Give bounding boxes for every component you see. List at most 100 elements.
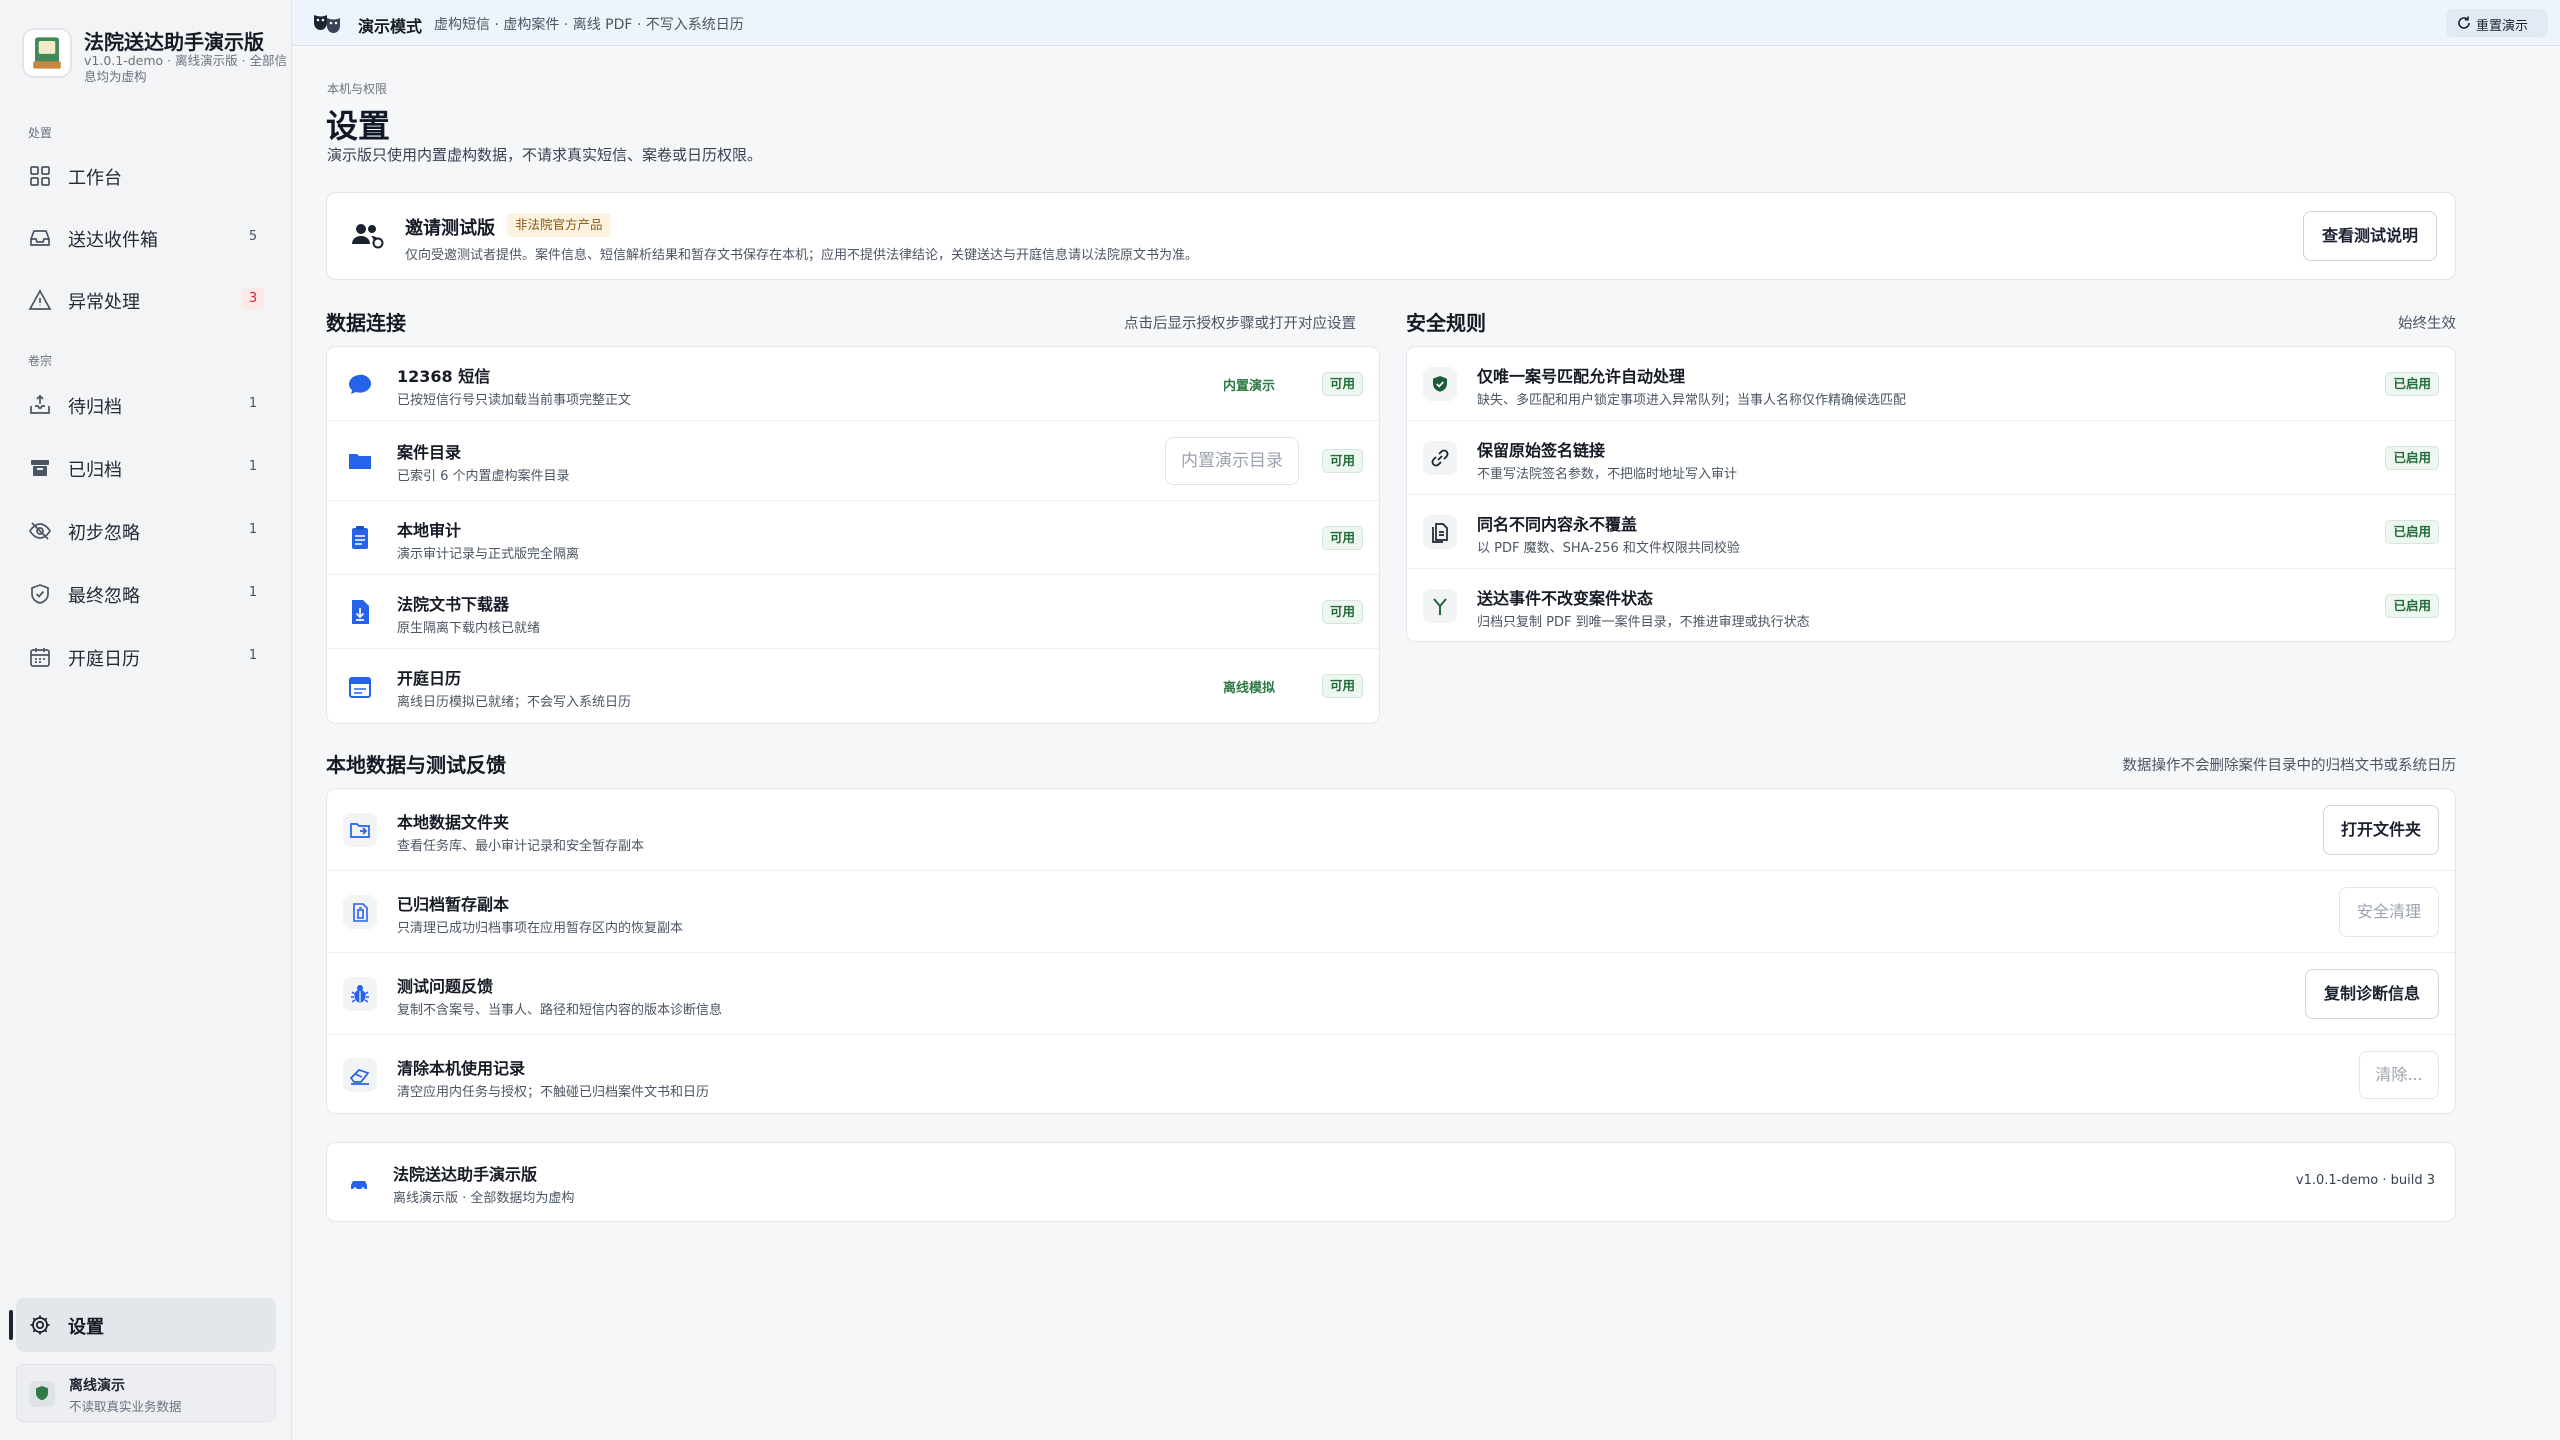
count-badge: 1 bbox=[248, 459, 258, 474]
reset-demo-button[interactable]: 重置演示 bbox=[2446, 9, 2548, 37]
warning-icon bbox=[28, 288, 52, 312]
section-label-process: 处置 bbox=[28, 126, 53, 140]
grid-icon bbox=[28, 164, 52, 188]
main-content: 本机与权限 设置 演示版只使用内置虚构数据，不请求真实短信、案卷或日历权限。 邀… bbox=[292, 46, 2560, 1440]
sidebar-item-label: 设置 bbox=[68, 1317, 104, 1338]
local-row-archived-copies: 已归档暂存副本 只清理已成功归档事项在应用暂存区内的恢复副本 安全清理 bbox=[327, 871, 2455, 953]
open-folder-button[interactable]: 打开文件夹 bbox=[2323, 805, 2439, 855]
refresh-icon bbox=[2456, 15, 2472, 31]
row-subtitle: 已按短信行号只读加载当前事项完整正文 bbox=[397, 393, 632, 408]
footer-title: 法院送达助手演示版 bbox=[393, 1165, 538, 1184]
shield-icon bbox=[29, 1381, 55, 1407]
row-title: 本地数据文件夹 bbox=[397, 813, 510, 832]
row-subtitle: 不重写法院签名参数，不把临时地址写入审计 bbox=[1477, 467, 1738, 482]
connection-row-hearing-calendar[interactable]: 开庭日历 离线日历模拟已就绪；不会写入系统日历 离线模拟 可用 bbox=[327, 649, 1379, 723]
count-badge: 3 bbox=[242, 288, 264, 310]
brand-header: 法院送达助手演示版 v1.0.1-demo · 离线演示版 · 全部信息均为虚构 bbox=[22, 22, 287, 92]
mode-description: 虚构短信 · 虚构案件 · 离线 PDF · 不写入系统日历 bbox=[434, 17, 744, 33]
row-subtitle: 以 PDF 魔数、SHA-256 和文件权限共同校验 bbox=[1477, 541, 1740, 556]
offline-subtitle: 不读取真实业务数据 bbox=[69, 1399, 182, 1414]
status-badge: 可用 bbox=[1321, 674, 1363, 698]
row-title: 测试问题反馈 bbox=[397, 977, 494, 996]
inbox-icon bbox=[28, 226, 52, 250]
breadcrumb: 本机与权限 bbox=[327, 82, 388, 96]
row-subtitle: 只清理已成功归档事项在应用暂存区内的恢复副本 bbox=[397, 921, 684, 936]
count-badge: 1 bbox=[248, 585, 258, 600]
local-data-title: 本地数据与测试反馈 bbox=[326, 753, 506, 777]
row-title: 仅唯一案号匹配允许自动处理 bbox=[1477, 367, 1686, 386]
gear-icon bbox=[28, 1313, 52, 1337]
safe-cleanup-button[interactable]: 安全清理 bbox=[2339, 887, 2439, 937]
folder-open-icon bbox=[343, 813, 377, 847]
copy-files-icon bbox=[1423, 515, 1457, 549]
calendar-icon bbox=[343, 670, 377, 704]
row-title: 开庭日历 bbox=[397, 669, 462, 688]
row-subtitle: 演示审计记录与正式版完全隔离 bbox=[397, 547, 580, 562]
invite-title: 邀请测试版 bbox=[405, 218, 495, 239]
page-title: 设置 bbox=[326, 107, 391, 145]
sidebar-item-final-ignore[interactable]: 最终忽略 1 bbox=[16, 568, 276, 620]
archive-box-icon bbox=[28, 456, 52, 480]
count-badge: 1 bbox=[248, 396, 258, 411]
row-title: 案件目录 bbox=[397, 443, 462, 462]
view-test-notes-button[interactable]: 查看测试说明 bbox=[2303, 211, 2437, 261]
status-badge: 已启用 bbox=[2385, 372, 2439, 396]
safety-rules-note: 始终生效 bbox=[2398, 316, 2456, 332]
link-icon bbox=[1423, 441, 1457, 475]
reset-demo-label: 重置演示 bbox=[2476, 19, 2529, 34]
status-badge: 可用 bbox=[1321, 526, 1363, 550]
sidebar-item-inbox[interactable]: 送达收件箱 5 bbox=[16, 212, 276, 264]
page-description: 演示版只使用内置虚构数据，不请求真实短信、案卷或日历权限。 bbox=[327, 146, 763, 164]
app-logo bbox=[22, 28, 72, 78]
row-subtitle: 归档只复制 PDF 到唯一案件目录，不推进审理或执行状态 bbox=[1477, 615, 1810, 630]
row-subtitle: 已索引 6 个内置虚构案件目录 bbox=[397, 469, 570, 484]
sidebar-item-label: 异常处理 bbox=[68, 292, 140, 313]
invite-test-card: 邀请测试版 非法院官方产品 仅向受邀测试者提供。案件信息、短信解析结果和暂存文书… bbox=[326, 192, 2456, 280]
data-connection-note: 点击后显示授权步骤或打开对应设置 bbox=[1124, 316, 1356, 332]
count-badge: 5 bbox=[248, 229, 258, 244]
local-row-data-folder: 本地数据文件夹 查看任务库、最小审计记录和安全暂存副本 打开文件夹 bbox=[327, 789, 2455, 871]
sidebar-item-archived[interactable]: 已归档 1 bbox=[16, 442, 276, 494]
sidebar-item-hearing-calendar[interactable]: 开庭日历 1 bbox=[16, 631, 276, 683]
users-gear-icon bbox=[347, 215, 387, 255]
local-row-clear-records: 清除本机使用记录 清空应用内任务与授权；不触碰已归档案件文书和日历 清除... bbox=[327, 1035, 2455, 1113]
local-row-feedback: 测试问题反馈 复制不含案号、当事人、路径和短信内容的版本诊断信息 复制诊断信息 bbox=[327, 953, 2455, 1035]
sidebar-item-settings[interactable]: 设置 bbox=[9, 1298, 276, 1352]
theater-mask-icon bbox=[312, 12, 342, 34]
sidebar-item-workbench[interactable]: 工作台 bbox=[16, 150, 276, 202]
clipboard-icon bbox=[343, 521, 377, 555]
count-badge: 1 bbox=[248, 522, 258, 537]
status-badge: 已启用 bbox=[2385, 446, 2439, 470]
rule-row-no-overwrite: 同名不同内容永不覆盖 以 PDF 魔数、SHA-256 和文件权限共同校验 已启… bbox=[1407, 495, 2455, 569]
shield-check-icon bbox=[1423, 367, 1457, 401]
sidebar-item-pending-archive[interactable]: 待归档 1 bbox=[16, 379, 276, 431]
invite-description: 仅向受邀测试者提供。案件信息、短信解析结果和暂存文书保存在本机；应用不提供法律结… bbox=[405, 248, 1199, 263]
row-subtitle: 离线日历模拟已就绪；不会写入系统日历 bbox=[397, 695, 632, 710]
rule-row-unique-case-match: 仅唯一案号匹配允许自动处理 缺失、多匹配和用户锁定事项进入异常队列；当事人名称仅… bbox=[1407, 347, 2455, 421]
app-title: 法院送达助手演示版 bbox=[84, 30, 264, 54]
row-title: 送达事件不改变案件状态 bbox=[1477, 589, 1654, 608]
shield-check-icon bbox=[28, 582, 52, 606]
status-badge: 已启用 bbox=[2385, 594, 2439, 618]
builtin-demo-directory-button[interactable]: 内置演示目录 bbox=[1165, 437, 1299, 485]
demo-mode-banner: 演示模式 虚构短信 · 虚构案件 · 离线 PDF · 不写入系统日历 重置演示 bbox=[292, 0, 2560, 46]
document-download-icon bbox=[343, 595, 377, 629]
row-title: 保留原始签名链接 bbox=[1477, 441, 1606, 460]
connection-row-sms[interactable]: 12368 短信 已按短信行号只读加载当前事项完整正文 内置演示 可用 bbox=[327, 347, 1379, 421]
trash-doc-icon bbox=[343, 895, 377, 929]
row-title: 本地审计 bbox=[397, 521, 462, 540]
connection-row-local-audit[interactable]: 本地审计 演示审计记录与正式版完全隔离 可用 bbox=[327, 501, 1379, 575]
sidebar-item-initial-ignore[interactable]: 初步忽略 1 bbox=[16, 505, 276, 557]
source-tag: 内置演示 bbox=[1222, 379, 1275, 394]
connection-row-document-downloader[interactable]: 法院文书下载器 原生隔离下载内核已就绪 可用 bbox=[327, 575, 1379, 649]
eraser-icon bbox=[343, 1058, 377, 1092]
status-badge: 可用 bbox=[1321, 372, 1363, 396]
data-connection-card: 12368 短信 已按短信行号只读加载当前事项完整正文 内置演示 可用 案件目录… bbox=[326, 346, 1380, 724]
connection-row-case-directory[interactable]: 案件目录 已索引 6 个内置虚构案件目录 内置演示目录 可用 bbox=[327, 421, 1379, 501]
copy-diagnostics-button[interactable]: 复制诊断信息 bbox=[2305, 969, 2439, 1019]
row-subtitle: 原生隔离下载内核已就绪 bbox=[397, 621, 541, 636]
row-title: 已归档暂存副本 bbox=[397, 895, 510, 914]
row-title: 清除本机使用记录 bbox=[397, 1059, 526, 1078]
sidebar-item-exceptions[interactable]: 异常处理 3 bbox=[16, 274, 276, 326]
clear-records-button[interactable]: 清除... bbox=[2359, 1051, 2439, 1099]
